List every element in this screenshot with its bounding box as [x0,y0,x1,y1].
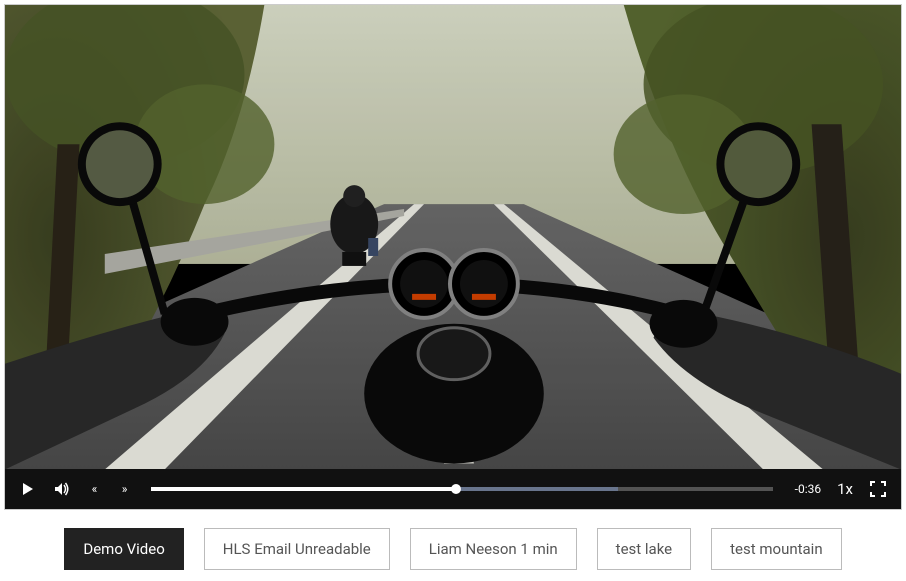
progress-played [151,487,456,491]
seek-forward-button[interactable]: » [111,482,137,496]
video-frame[interactable] [5,5,901,469]
seek-back-button[interactable]: « [81,482,107,496]
playback-rate-button[interactable]: 1x [831,480,859,498]
volume-button[interactable] [47,472,77,506]
tab-test-mountain[interactable]: test mountain [711,528,842,570]
tab-hls-email-unreadable[interactable]: HLS Email Unreadable [204,528,390,570]
remaining-time: -0:36 [787,482,827,496]
tab-test-lake[interactable]: test lake [597,528,691,570]
volume-icon [54,481,70,497]
playlist-tabs: Demo Video HLS Email Unreadable Liam Nee… [4,510,902,570]
fullscreen-icon [870,481,886,497]
progress-thumb[interactable] [451,484,461,494]
tab-liam-neeson-1-min[interactable]: Liam Neeson 1 min [410,528,577,570]
play-button[interactable] [13,472,43,506]
video-player: « » -0:36 1x [4,4,902,510]
play-icon [20,481,36,497]
video-control-bar: « » -0:36 1x [5,469,901,509]
progress-bar[interactable] [151,487,773,491]
tab-demo-video[interactable]: Demo Video [64,528,183,570]
fullscreen-button[interactable] [863,472,893,506]
